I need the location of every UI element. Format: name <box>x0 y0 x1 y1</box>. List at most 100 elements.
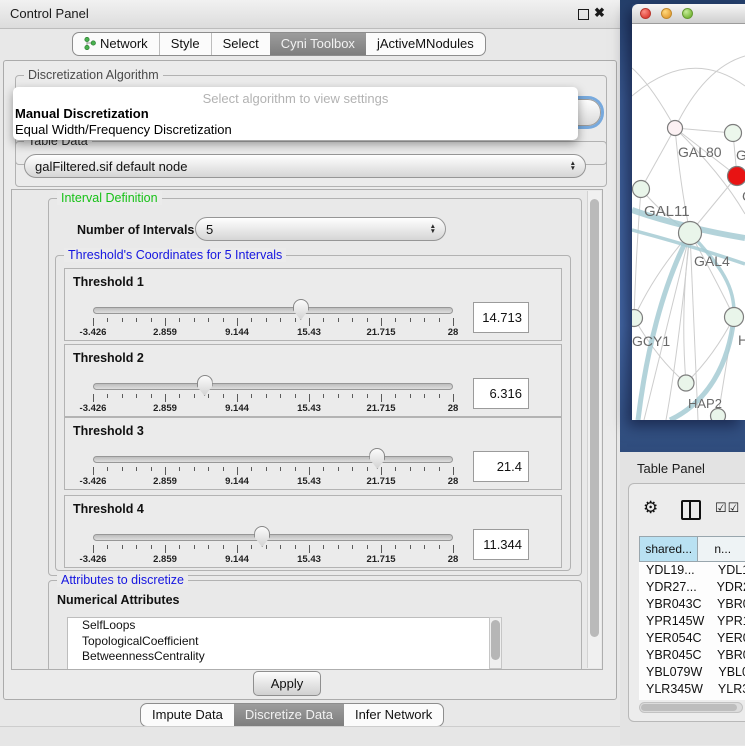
interval-definition-group: Interval Definition Number of Intervals … <box>48 198 582 576</box>
network-edge[interactable] <box>675 56 745 128</box>
attribute-item[interactable]: SelfLoops <box>68 618 490 634</box>
table-row[interactable]: YPR145WYPR1 <box>639 613 745 630</box>
attributes-list-scrollbar[interactable] <box>489 617 502 669</box>
tab-network[interactable]: Network <box>73 33 159 55</box>
horizontal-scrollbar[interactable] <box>639 702 743 713</box>
apply-button[interactable]: Apply <box>253 671 321 696</box>
table-row[interactable]: YER054CYER0 <box>639 630 745 647</box>
network-thick-edge[interactable] <box>638 233 690 420</box>
checkbox-icons[interactable]: ☑☑ <box>715 500 740 516</box>
network-node[interactable] <box>679 222 702 245</box>
zoom-traffic-light-icon[interactable] <box>682 8 693 19</box>
table-row[interactable]: YBR045CYBR0 <box>639 647 745 664</box>
slider-thumb[interactable] <box>197 375 213 396</box>
threshold-value-field[interactable]: 21.4 <box>473 451 529 482</box>
slider-tick-labels: -3.4262.8599.14415.4321.71528 <box>93 476 453 488</box>
column-header-shared-name[interactable]: shared... <box>639 536 698 562</box>
bottom-filler <box>0 726 620 746</box>
numerical-attributes-label: Numerical Attributes <box>57 593 179 607</box>
network-node-label: HAP2 <box>688 396 722 411</box>
slider-thumb[interactable] <box>254 526 270 547</box>
column-layout-icon[interactable] <box>681 500 701 520</box>
number-of-intervals-label: Number of Intervals <box>77 223 194 237</box>
network-edge[interactable] <box>632 68 675 128</box>
table-data-combobox[interactable]: galFiltered.sif default node ▲▼ <box>24 154 586 178</box>
tab-select[interactable]: Select <box>211 33 270 55</box>
network-node-label: GAL11 <box>644 203 690 220</box>
network-node[interactable] <box>668 121 683 136</box>
numerical-attributes-list[interactable]: SelfLoopsTopologicalCoefficientBetweenne… <box>67 617 491 670</box>
float-window-icon[interactable] <box>578 9 589 20</box>
intervals-value: 5 <box>206 222 213 237</box>
slider-thumb[interactable] <box>369 448 385 469</box>
table-panel-title: Table Panel <box>637 461 705 476</box>
table-row[interactable]: YBL079WYBL0 <box>639 664 745 681</box>
network-node[interactable] <box>725 308 744 327</box>
scrollbar-thumb[interactable] <box>641 704 737 711</box>
network-node-label: GAL4 <box>694 253 730 269</box>
table-row[interactable]: YBR043CYBR0 <box>639 596 745 613</box>
gear-icon[interactable]: ⚙ <box>643 498 658 518</box>
table-toolbar: ⚙ ☑☑ <box>629 492 745 528</box>
tab-infer-network[interactable]: Infer Network <box>344 704 443 726</box>
tab-cyni-toolbox[interactable]: Cyni Toolbox <box>270 33 366 55</box>
tab-style[interactable]: Style <box>159 33 211 55</box>
network-window: GAL80GACGAL11GAL4GCY1HHAP2 <box>632 4 745 420</box>
network-canvas[interactable]: GAL80GACGAL11GAL4GCY1HHAP2 <box>632 24 745 420</box>
threshold-label: Threshold 1 <box>73 275 144 289</box>
tab-network-label: Network <box>100 36 148 51</box>
network-window-titlebar <box>632 4 745 24</box>
stepper-arrows-icon: ▲▼ <box>570 161 576 171</box>
network-edge[interactable] <box>641 128 675 189</box>
slider-track[interactable] <box>93 534 453 541</box>
tab-discretize-data[interactable]: Discretize Data <box>234 704 344 726</box>
table-row[interactable]: YLR345WYLR3 <box>639 681 745 698</box>
threshold-value-field[interactable]: 14.713 <box>473 302 529 333</box>
threshold-value-field[interactable]: 6.316 <box>473 378 529 409</box>
bottom-tabstrip: Impute Data Discretize Data Infer Networ… <box>140 703 444 727</box>
threshold-row: Threshold 1 -3.4262.8599.14415.4321.7152… <box>64 268 562 341</box>
slider-track[interactable] <box>93 307 453 314</box>
network-node[interactable] <box>678 375 694 391</box>
network-edge[interactable] <box>632 68 745 96</box>
slider-thumb[interactable] <box>293 299 309 320</box>
network-node[interactable] <box>632 310 643 327</box>
control-panel-titlebar: Control Panel ✖ <box>0 0 620 29</box>
attribute-item[interactable]: BetweennessCentrality <box>68 649 490 665</box>
network-node[interactable] <box>633 181 650 198</box>
slider-tick-labels: -3.4262.8599.14415.4321.71528 <box>93 554 453 566</box>
network-edge[interactable] <box>634 318 686 383</box>
threshold-label: Threshold 2 <box>73 351 144 365</box>
table-row[interactable]: YIL052CYIL0 <box>639 698 745 700</box>
interval-definition-title: Interval Definition <box>57 191 162 205</box>
tab-impute-data[interactable]: Impute Data <box>141 704 234 726</box>
close-icon[interactable]: ✖ <box>594 5 605 21</box>
minimize-traffic-light-icon[interactable] <box>661 8 672 19</box>
scrollbar-thumb[interactable] <box>491 620 500 660</box>
algorithm-option[interactable]: Manual Discretization <box>15 106 576 122</box>
network-node-label: GCY1 <box>632 333 670 349</box>
table-row[interactable]: YDL19...YDL1 <box>639 562 745 579</box>
network-node[interactable] <box>728 167 745 186</box>
algorithm-option[interactable]: Equal Width/Frequency Discretization <box>15 122 576 138</box>
close-traffic-light-icon[interactable] <box>640 8 651 19</box>
network-node-label: GA <box>736 147 745 163</box>
scrollbar-thumb[interactable] <box>590 199 599 637</box>
thresholds-group: Threshold's Coordinates for 5 Intervals … <box>55 255 571 571</box>
node-table: shared... n... YDL19...YDL1YDR27...YDR2Y… <box>639 536 745 700</box>
slider-track[interactable] <box>93 456 453 463</box>
discretization-group-title: Discretization Algorithm <box>24 68 163 82</box>
table-row[interactable]: YDR27...YDR2 <box>639 579 745 596</box>
network-node[interactable] <box>725 125 742 142</box>
network-edge[interactable] <box>690 233 734 317</box>
vertical-scrollbar[interactable] <box>587 191 601 668</box>
number-of-intervals-combobox[interactable]: 5 ▲▼ <box>195 217 446 241</box>
slider-track[interactable] <box>93 383 453 390</box>
attributes-group: Attributes to discretize Numerical Attri… <box>48 580 582 670</box>
threshold-value-field[interactable]: 11.344 <box>473 529 529 560</box>
table-body[interactable]: YDL19...YDL1YDR27...YDR2YBR043CYBR0YPR14… <box>639 562 745 700</box>
tab-jactivemnodules[interactable]: jActiveMNodules <box>366 33 485 55</box>
attribute-item[interactable]: TopologicalCoefficient <box>68 634 490 650</box>
column-header-name[interactable]: n... <box>698 536 745 562</box>
network-view-frame: GAL80GACGAL11GAL4GCY1HHAP2 <box>620 0 745 452</box>
